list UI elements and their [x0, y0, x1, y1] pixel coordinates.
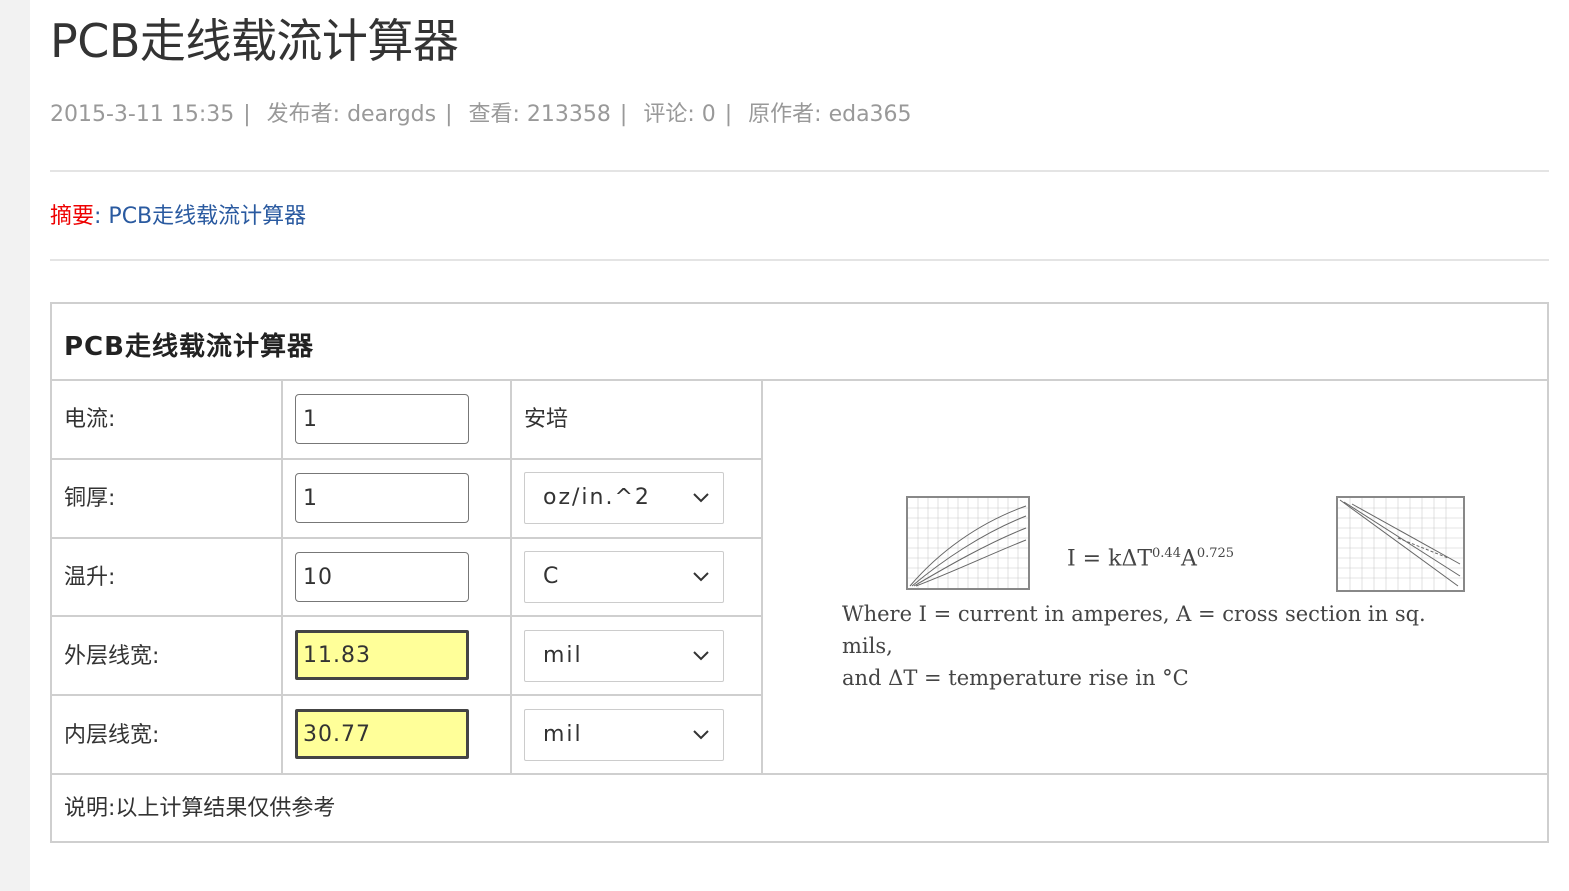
grid-line: [281, 380, 283, 773]
calculator-title: PCB走线载流计算器: [64, 332, 314, 362]
meta-author: 原作者: eda365: [748, 102, 912, 127]
grid-line: [52, 537, 762, 539]
outer-width-label: 外层线宽:: [64, 644, 160, 669]
grid-line: [761, 380, 763, 773]
selected-value: mil: [543, 722, 583, 747]
inner-width-label: 内层线宽:: [64, 723, 160, 748]
temperature-rise-input[interactable]: [295, 552, 469, 602]
grid-line: [52, 773, 1547, 775]
grid-line: [52, 615, 762, 617]
chevron-down-icon: [693, 572, 709, 582]
current-vs-area-graph-image: [906, 496, 1030, 590]
meta-publisher[interactable]: 发布者: deargds: [267, 102, 436, 127]
selected-value: mil: [543, 643, 583, 668]
grid-line: [52, 694, 762, 696]
inner-width-output[interactable]: [295, 709, 469, 759]
summary-text: PCB走线载流计算器: [108, 204, 307, 229]
selected-value: oz/in.^2: [543, 485, 651, 510]
formula-text: I = kΔT0.44A0.725: [1067, 546, 1235, 572]
grid-line: [510, 380, 512, 773]
copper-thickness-input[interactable]: [295, 473, 469, 523]
page-title: PCB走线载流计算器: [50, 14, 459, 68]
chevron-down-icon: [693, 730, 709, 740]
calculator-panel: PCB走线载流计算器 电流: 安培 铜厚: oz/in.^2 温升: C 外层线…: [50, 302, 1549, 843]
divider: [50, 170, 1549, 172]
formula-figure: I = kΔT0.44A0.725 Where I = current in a…: [842, 494, 1482, 690]
outer-width-output[interactable]: [295, 630, 469, 680]
grid-line: [52, 379, 1547, 381]
meta-date: 2015-3-11 15:35: [50, 102, 235, 127]
article-meta: 2015-3-11 15:35 | 发布者: deargds | 查看: 21335…: [50, 102, 912, 127]
current-input[interactable]: [295, 394, 469, 444]
formula-caption: Where I = current in amperes, A = cross …: [842, 602, 1426, 690]
selected-value: C: [543, 564, 561, 589]
left-gutter: [0, 0, 30, 891]
summary: 摘要: PCB走线载流计算器: [50, 204, 307, 229]
inner-width-unit-select[interactable]: mil: [524, 709, 724, 761]
current-label: 电流:: [64, 407, 116, 432]
copper-thickness-unit-select[interactable]: oz/in.^2: [524, 472, 724, 524]
outer-width-unit-select[interactable]: mil: [524, 630, 724, 682]
meta-views: 查看: 213358: [468, 102, 611, 127]
disclaimer-note: 说明:以上计算结果仅供参考: [64, 796, 336, 821]
grid-line: [52, 458, 762, 460]
chevron-down-icon: [693, 651, 709, 661]
divider: [50, 259, 1549, 261]
meta-comments[interactable]: 评论: 0: [643, 102, 715, 127]
summary-label: 摘要: [50, 204, 95, 229]
temperature-rise-graph-image: [1336, 496, 1465, 592]
temperature-unit-select[interactable]: C: [524, 551, 724, 603]
temperature-rise-label: 温升:: [64, 565, 116, 590]
copper-thickness-label: 铜厚:: [64, 486, 116, 511]
current-unit: 安培: [524, 407, 569, 432]
chevron-down-icon: [693, 493, 709, 503]
